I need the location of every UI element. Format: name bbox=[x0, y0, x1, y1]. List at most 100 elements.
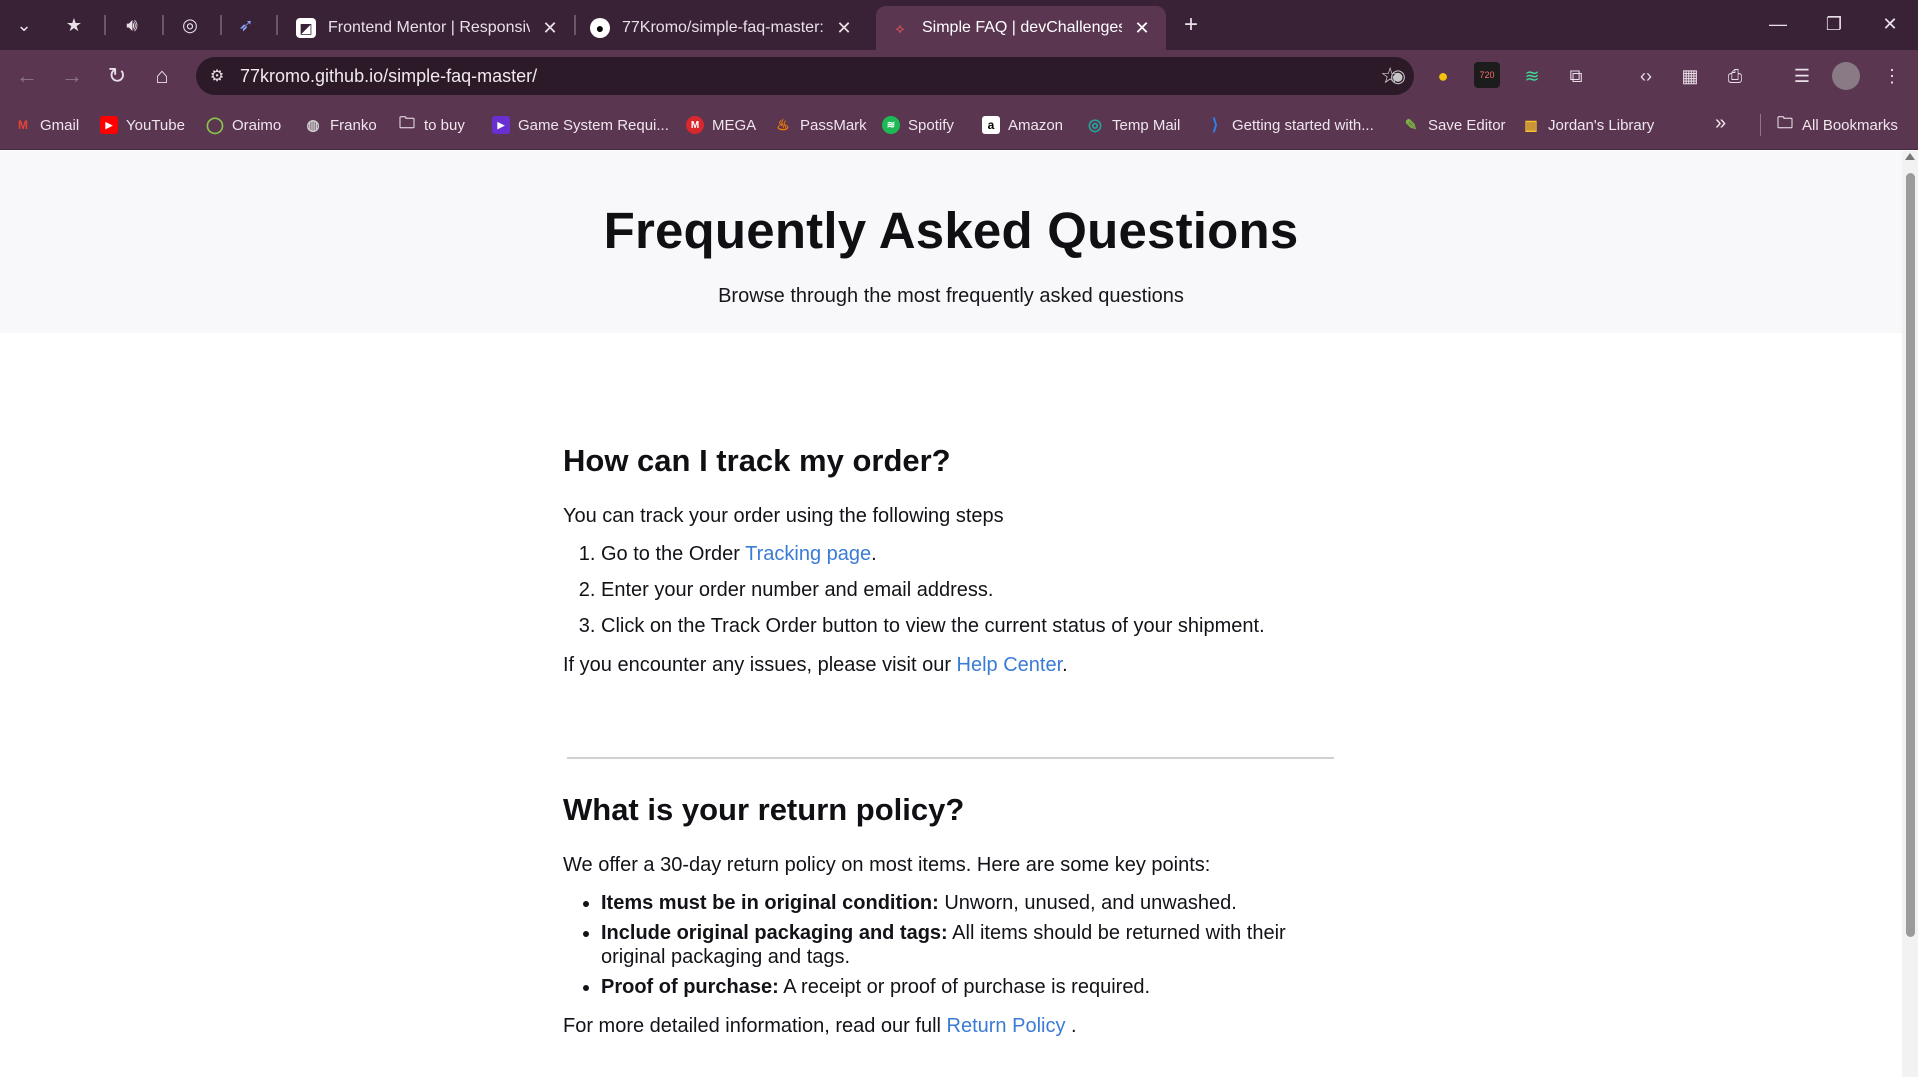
bookmark-label: PassMark bbox=[800, 116, 867, 134]
bookmark-franko[interactable]: ◍ Franko bbox=[304, 114, 377, 136]
bookmarks-overflow-button[interactable]: » bbox=[1715, 112, 1726, 135]
bookmark-vscode[interactable]: ⟩ Getting started with... bbox=[1206, 114, 1374, 136]
scrollbar-thumb[interactable] bbox=[1906, 173, 1915, 937]
profile-avatar[interactable] bbox=[1832, 62, 1860, 90]
bookmark-oraimo[interactable]: ◯ Oraimo bbox=[206, 114, 281, 136]
folder-icon: 🗀︎ bbox=[1776, 114, 1793, 132]
list-item: Click on the Track Order button to view … bbox=[601, 614, 1343, 638]
return-policy-link[interactable]: Return Policy bbox=[947, 1015, 1066, 1037]
hero-header: Frequently Asked Questions Browse throug… bbox=[0, 151, 1902, 333]
faq-item-return-policy: What is your return policy? We offer a 3… bbox=[563, 792, 1343, 1038]
reload-icon: ↻ bbox=[107, 63, 127, 88]
faq-intro: You can track your order using the follo… bbox=[563, 505, 1004, 527]
site-info-icon[interactable]: ⚙ bbox=[206, 65, 228, 87]
outro-text: If you encounter any issues, please visi… bbox=[563, 654, 957, 676]
reload-button[interactable]: ↻ bbox=[100, 59, 134, 93]
bookmark-amazon[interactable]: a Amazon bbox=[982, 114, 1063, 136]
list-item: Include original packaging and tags: All… bbox=[601, 921, 1343, 969]
page-subtitle: Browse through the most frequently asked… bbox=[718, 285, 1184, 307]
extension-coin-icon[interactable]: ● bbox=[1429, 62, 1457, 90]
gmail-icon: M bbox=[18, 118, 28, 132]
pinned-tab-openai-icon[interactable]: ◎ bbox=[172, 8, 208, 42]
bookmark-label: Spotify bbox=[908, 116, 954, 134]
list-item: Items must be in original condition: Unw… bbox=[601, 891, 1343, 915]
list-item: Proof of purchase: A receipt or proof of… bbox=[601, 975, 1343, 999]
faq-intro: We offer a 30-day return policy on most … bbox=[563, 854, 1211, 876]
tracking-page-link[interactable]: Tracking page bbox=[745, 543, 871, 565]
tab-search-chevron-icon[interactable]: ⌄ bbox=[6, 8, 42, 42]
tab-simple-faq[interactable]: ⟡ Simple FAQ | devChallenges.io ✕ bbox=[876, 6, 1166, 50]
tab-separator bbox=[220, 15, 222, 35]
help-center-link[interactable]: Help Center bbox=[957, 654, 1063, 676]
bookmark-jordans-library[interactable]: ▥ Jordan's Library bbox=[1522, 114, 1654, 136]
faq-question: How can I track my order? bbox=[563, 443, 951, 478]
extension-owl-icon[interactable]: ◉ bbox=[1384, 62, 1412, 90]
bookmark-label: Save Editor bbox=[1428, 116, 1506, 134]
bookmark-label: Franko bbox=[330, 116, 377, 134]
close-tab-icon[interactable]: ✕ bbox=[540, 18, 560, 39]
tab-separator bbox=[276, 15, 278, 35]
menu-kebab-icon[interactable]: ⋮ bbox=[1878, 62, 1906, 90]
faq-item-track-order: How can I track my order? You can track … bbox=[563, 443, 1343, 677]
faq-divider bbox=[567, 757, 1334, 759]
bookmark-save-editor[interactable]: ✎ Save Editor bbox=[1402, 114, 1506, 136]
close-tab-icon[interactable]: ✕ bbox=[1132, 18, 1152, 39]
bookmark-gmail[interactable]: M Gmail bbox=[14, 114, 79, 136]
bookmark-game-system[interactable]: ▶ Game System Requi... bbox=[492, 114, 669, 136]
bookmark-mega[interactable]: M MEGA bbox=[686, 114, 756, 136]
home-button[interactable]: ⌂ bbox=[145, 59, 179, 93]
page-scrollbar[interactable] bbox=[1902, 151, 1918, 1077]
list-item: Go to the Order Tracking page. bbox=[601, 542, 1343, 566]
bookmark-temp-mail[interactable]: ◎ Temp Mail bbox=[1086, 114, 1180, 136]
tab-separator bbox=[104, 15, 106, 35]
bookmark-passmark[interactable]: ♨ PassMark bbox=[774, 114, 867, 136]
page-title: Frequently Asked Questions bbox=[603, 202, 1299, 259]
bookmark-label: Getting started with... bbox=[1232, 116, 1374, 134]
extension-stripes-icon[interactable]: ≋ bbox=[1518, 62, 1546, 90]
media-queue-icon[interactable]: ☰ bbox=[1788, 62, 1816, 90]
extensions-puzzle-icon[interactable]: ⧉ bbox=[1562, 62, 1590, 90]
bookmarks-bar: M Gmail ▶ YouTube ◯ Oraimo ◍ Franko 🗀︎ to buy… bbox=[0, 100, 1918, 150]
point-title: Items must be in original condition: bbox=[601, 892, 939, 914]
bookmark-youtube[interactable]: ▶ YouTube bbox=[100, 114, 185, 136]
back-button[interactable]: ← bbox=[10, 59, 44, 93]
forward-button[interactable]: → bbox=[55, 59, 89, 93]
save-editor-icon: ✎ bbox=[1404, 117, 1418, 134]
tab-strip: ⌄ ★ 🔊︎ ◎ ➶ ◩ Frontend Mentor | Responsiv… bbox=[0, 0, 1918, 50]
print-icon[interactable]: ⎙ bbox=[1721, 62, 1749, 90]
qr-code-icon[interactable]: ▦ bbox=[1676, 62, 1704, 90]
step-text: Go to the Order bbox=[601, 543, 746, 565]
restore-button[interactable]: ❐ bbox=[1806, 6, 1862, 42]
tab-github-repo[interactable]: ● 77Kromo/simple-faq-master: Th ✕ bbox=[576, 6, 868, 50]
url-text[interactable]: 77kromo.github.io/simple-faq-master/ bbox=[240, 66, 537, 87]
extension-720-icon[interactable]: 720 bbox=[1474, 62, 1500, 88]
address-bar[interactable]: ⚙ 77kromo.github.io/simple-faq-master/ ☆ bbox=[196, 57, 1414, 95]
faq-question: What is your return policy? bbox=[563, 792, 965, 827]
scroll-up-arrow-icon[interactable] bbox=[1905, 153, 1915, 160]
bookmark-spotify[interactable]: ≋ Spotify bbox=[882, 114, 954, 136]
library-icon: ▥ bbox=[1524, 116, 1538, 133]
bookmark-label: to buy bbox=[424, 116, 465, 134]
page-viewport: Frequently Asked Questions Browse throug… bbox=[0, 151, 1902, 1077]
bookmark-label: Oraimo bbox=[232, 116, 282, 134]
tab-label: Simple FAQ | devChallenges.io bbox=[922, 19, 1122, 36]
pinned-tab-bird-icon[interactable]: ➶ bbox=[228, 8, 264, 42]
bookmark-label: Game System Requi... bbox=[518, 116, 669, 134]
tempmail-icon: ◎ bbox=[1088, 117, 1102, 134]
tab-frontend-mentor[interactable]: ◩ Frontend Mentor | Responsive C ✕ bbox=[282, 6, 574, 50]
devtools-code-icon[interactable]: ‹› bbox=[1632, 62, 1660, 90]
point-text: A receipt or proof of purchase is requir… bbox=[778, 976, 1151, 998]
bookmark-folder-to-buy[interactable]: 🗀︎ to buy bbox=[398, 114, 465, 136]
minimize-button[interactable]: — bbox=[1750, 6, 1806, 42]
pinned-tab-star-icon[interactable]: ★ bbox=[56, 8, 92, 42]
close-tab-icon[interactable]: ✕ bbox=[834, 18, 854, 39]
bookmark-label: All Bookmarks bbox=[1802, 116, 1898, 134]
close-window-button[interactable]: ✕ bbox=[1862, 6, 1918, 42]
faq-outro: For more detailed information, read our … bbox=[563, 1015, 1343, 1038]
spotify-icon: ≋ bbox=[882, 116, 900, 134]
youtube-icon: ▶ bbox=[100, 116, 118, 134]
all-bookmarks-button[interactable]: 🗀︎ All Bookmarks bbox=[1776, 114, 1898, 136]
outro-text: For more detailed information, read our … bbox=[563, 1015, 947, 1037]
new-tab-button[interactable]: + bbox=[1176, 10, 1206, 40]
pinned-tab-audio-icon[interactable]: 🔊︎ bbox=[114, 8, 150, 42]
